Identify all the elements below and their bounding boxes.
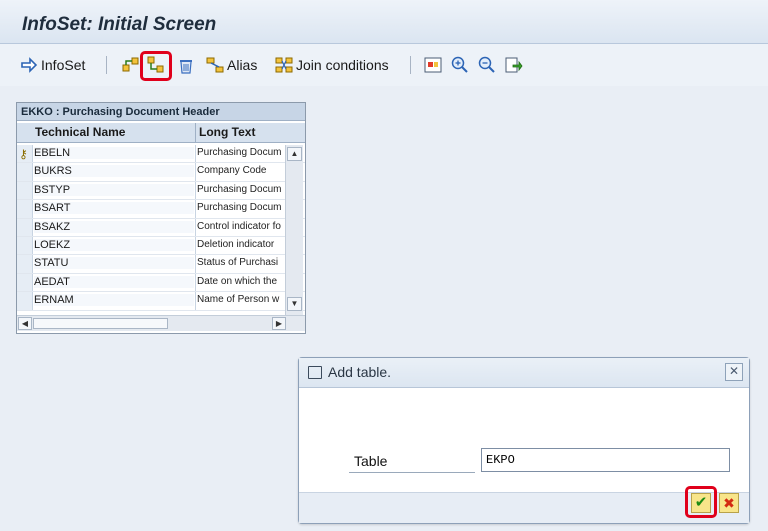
insert-table-icon	[122, 56, 140, 74]
infoset-label: InfoSet	[41, 57, 86, 73]
column-header-row: Technical Name Long Text	[17, 123, 305, 143]
cell-divider	[195, 145, 196, 163]
toolbar-separator	[106, 56, 107, 74]
insert-table-button[interactable]	[122, 54, 140, 76]
cell-divider	[195, 181, 196, 200]
join-conditions-icon	[275, 56, 293, 74]
cell-divider	[195, 218, 196, 236]
export-icon	[505, 56, 523, 74]
join-conditions-button[interactable]: Join conditions	[275, 54, 389, 76]
panel-title: EKKO : Purchasing Document Header	[17, 103, 305, 121]
dialog-body	[299, 388, 749, 492]
row-selector[interactable]	[17, 292, 33, 310]
delete-button[interactable]	[177, 54, 195, 76]
long-text-cell: Status of Purchasi	[197, 257, 279, 269]
long-text-cell: Date on which the	[197, 275, 278, 287]
long-text-cell: Control indicator fo	[197, 220, 281, 232]
field-rows: ⚷ EBELN Purchasing Docum BUKRS Company Code…	[17, 145, 305, 311]
cell-divider	[195, 236, 196, 255]
cell-divider	[195, 255, 196, 273]
long-text-cell: Purchasing Docum	[197, 183, 282, 195]
row-selector[interactable]	[17, 218, 33, 236]
dialog-footer	[299, 492, 749, 523]
trash-icon	[177, 56, 195, 74]
zoom-in-button[interactable]	[451, 54, 469, 76]
cell-divider	[195, 163, 196, 181]
table-field-panel[interactable]: EKKO : Purchasing Document Header Techni…	[16, 102, 306, 334]
cell-divider	[195, 200, 196, 218]
table-row[interactable]: AEDAT Date on which the	[17, 273, 305, 293]
alias-label: Alias	[227, 57, 258, 73]
scroll-right-button[interactable]: ▶	[272, 317, 286, 330]
join-conditions-label: Join conditions	[296, 57, 389, 73]
alias-icon	[206, 56, 224, 74]
cancel-button[interactable]: ✖	[719, 493, 739, 513]
scroll-down-button[interactable]: ▼	[287, 297, 302, 311]
column-header[interactable]: Technical Name	[35, 125, 125, 139]
technical-name-cell: EBELN	[34, 147, 194, 159]
row-selector[interactable]	[17, 163, 33, 181]
highlight-marker	[685, 486, 717, 518]
technical-name-cell: BSART	[34, 202, 194, 215]
technical-name-cell: BUKRS	[34, 165, 194, 178]
export-button[interactable]	[505, 54, 523, 76]
vertical-scrollbar[interactable]: ▲ ▼	[285, 145, 303, 315]
table-row[interactable]: STATU Status of Purchasi	[17, 255, 305, 274]
technical-name-cell: ERNAM	[34, 294, 194, 307]
highlight-marker	[140, 51, 172, 81]
technical-name-cell: BSTYP	[34, 183, 194, 196]
cell-divider	[195, 273, 196, 292]
cell-divider	[195, 292, 196, 310]
row-selector[interactable]	[17, 236, 33, 255]
table-row[interactable]: ERNAM Name of Person w	[17, 292, 305, 311]
row-selector[interactable]	[17, 200, 33, 218]
scroll-thumb[interactable]	[33, 318, 168, 329]
table-name-input[interactable]	[481, 448, 730, 472]
scroll-up-button[interactable]: ▲	[287, 147, 302, 161]
table-row[interactable]: BSAKZ Control indicator fo	[17, 218, 305, 237]
label-underline	[349, 472, 475, 473]
dialog-icon	[308, 366, 322, 379]
table-row[interactable]: BUKRS Company Code	[17, 163, 305, 182]
column-divider	[195, 123, 196, 143]
scroll-left-button[interactable]: ◀	[18, 317, 32, 330]
page-title: InfoSet: Initial Screen	[22, 14, 217, 35]
long-text-cell: Purchasing Docum	[197, 202, 282, 214]
technical-name-cell: STATU	[34, 257, 194, 270]
long-text-cell: Purchasing Docum	[197, 147, 282, 158]
cancel-icon: ✖	[723, 495, 735, 511]
close-icon[interactable]: ✕	[725, 363, 743, 381]
zoom-in-icon	[451, 56, 469, 74]
table-row[interactable]: BSART Purchasing Docum	[17, 200, 305, 219]
row-selector[interactable]	[17, 181, 33, 200]
arrow-right-icon	[20, 56, 38, 74]
application-toolbar: InfoSet Alias Join conditions	[0, 44, 768, 86]
table-field-label: Table	[354, 453, 388, 469]
layout-button[interactable]	[424, 54, 442, 76]
alias-button[interactable]: Alias	[206, 54, 257, 76]
table-row[interactable]: ⚷ EBELN Purchasing Docum	[17, 145, 305, 164]
long-text-cell: Company Code	[197, 165, 267, 177]
infoset-button[interactable]: InfoSet	[20, 54, 85, 76]
long-text-cell: Deletion indicator	[197, 238, 275, 250]
column-header[interactable]: Long Text	[199, 125, 255, 139]
title-bar: InfoSet: Initial Screen	[0, 0, 768, 44]
technical-name-cell: AEDAT	[34, 275, 194, 288]
table-row[interactable]: BSTYP Purchasing Docum	[17, 181, 305, 201]
long-text-cell: Name of Person w	[197, 294, 280, 306]
technical-name-cell: BSAKZ	[34, 220, 194, 233]
layout-icon	[424, 56, 442, 74]
zoom-out-icon	[478, 56, 496, 74]
key-icon: ⚷	[19, 147, 28, 161]
row-selector[interactable]	[17, 255, 33, 273]
toolbar-separator	[410, 56, 411, 74]
zoom-out-button[interactable]	[478, 54, 496, 76]
dialog-titlebar: Add table. ✕	[299, 358, 749, 388]
horizontal-scrollbar[interactable]: ◀ ▶	[17, 315, 305, 331]
add-table-dialog: Add table. ✕ Table ✔ ✖	[298, 357, 750, 524]
row-selector[interactable]	[17, 273, 33, 292]
dialog-title: Add table.	[328, 364, 392, 380]
table-row[interactable]: LOEKZ Deletion indicator	[17, 236, 305, 256]
technical-name-cell: LOEKZ	[34, 238, 194, 251]
